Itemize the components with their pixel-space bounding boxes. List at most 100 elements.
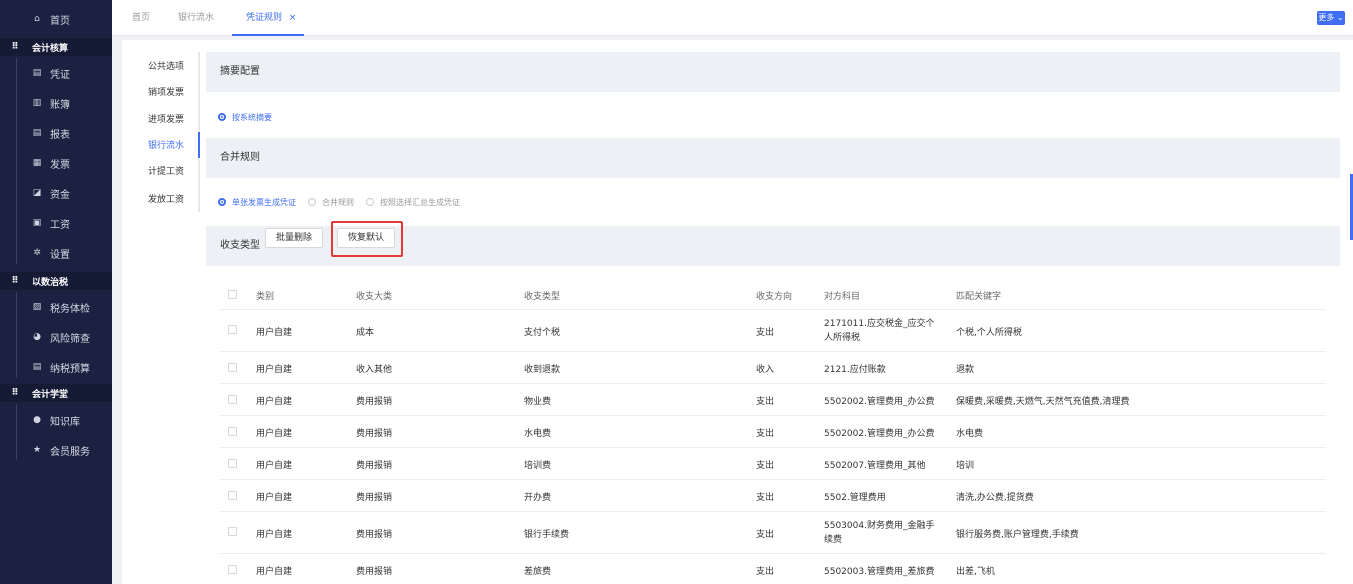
section-title: 收支类型 — [220, 240, 260, 251]
col-header: 类别 — [256, 291, 275, 302]
subnav-item-accrue-salary[interactable]: 计提工资 — [148, 162, 184, 182]
sidebar-item-settings[interactable]: ✲ 设置 — [0, 240, 112, 266]
sidebar-item-label: 设置 — [50, 249, 70, 261]
sidebar-item-label: 会员服务 — [50, 446, 90, 458]
subnav-item-public-options[interactable]: 公共选项 — [148, 57, 184, 77]
location-icon: ● — [33, 415, 41, 425]
sidebar-item-label: 报表 — [50, 129, 70, 141]
radio-system-summary[interactable]: 按系统摘要 — [218, 112, 272, 123]
row-checkbox[interactable] — [228, 527, 237, 536]
risk-icon: ◕ — [33, 332, 41, 342]
cell-major-type: 费用报销 — [356, 396, 393, 407]
sidebar-item-label: 纳税预算 — [50, 363, 90, 375]
sidebar-group-accounting[interactable]: ⠿ 会计核算 — [0, 38, 112, 56]
cell-category: 用户自建 — [256, 364, 293, 375]
radio-single-invoice[interactable]: 单张发票生成凭证 — [218, 197, 296, 208]
sidebar-item-label: 凭证 — [50, 69, 70, 81]
tab-home[interactable]: 首页 — [132, 0, 150, 36]
sidebar-group-tax[interactable]: ⠿ 以数治税 — [0, 272, 112, 290]
batch-delete-button[interactable]: 批量删除 — [265, 228, 323, 248]
cell-keywords: 个税,个人所得税 — [956, 327, 1022, 338]
sidebar-item-ledger[interactable]: ▥ 账簿 — [0, 90, 112, 116]
subnav-item-pay-salary[interactable]: 发放工资 — [148, 190, 184, 210]
cell-account: 5502.管理费用 — [824, 492, 886, 503]
close-icon[interactable]: × — [289, 13, 297, 23]
radio-label: 按照选择汇总生成凭证 — [380, 197, 460, 207]
cell-account: 5502007.管理费用_其他 — [824, 460, 926, 471]
sidebar: ⌂ 首页 ⠿ 会计核算 ▤ 凭证 ▥ 账簿 ▤ 报表 ▦ 发票 ◪ 资金 ▣ 工资 ✲ 设置 … — [0, 0, 112, 584]
radio-label: 单张发票生成凭证 — [232, 197, 296, 207]
sidebar-item-salary[interactable]: ▣ 工资 — [0, 210, 112, 236]
cell-account: 2121.应付账款 — [824, 364, 886, 375]
row-checkbox[interactable] — [228, 459, 237, 468]
table-row[interactable]: 用户自建 收入其他 收到退款 收入 2121.应付账款 退款 — [220, 352, 1326, 384]
cell-major-type: 成本 — [356, 327, 375, 338]
cell-direction: 支出 — [756, 428, 775, 439]
subnav-item-bank-statement[interactable]: 银行流水 — [148, 136, 184, 156]
sidebar-item-tax-checkup[interactable]: ▨ 税务体检 — [0, 294, 112, 320]
cell-keywords: 清洗,办公费,提货费 — [956, 492, 1034, 503]
table-row[interactable]: 用户自建 费用报销 开办费 支出 5502.管理费用 清洗,办公费,提货费 — [220, 480, 1326, 512]
radio-merge-rule[interactable]: 合并规则 — [308, 197, 354, 208]
funds-icon: ◪ — [32, 188, 42, 198]
col-header: 收支方向 — [756, 291, 793, 302]
sidebar-group-label: 会计核算 — [32, 43, 69, 54]
cell-direction: 支出 — [756, 327, 775, 338]
sidebar-item-knowledge-base[interactable]: ● 知识库 — [0, 407, 112, 433]
section-title: 摘要配置 — [220, 66, 260, 77]
cell-type: 培训费 — [524, 460, 552, 471]
sidebar-item-label: 工资 — [50, 219, 70, 231]
sidebar-item-funds[interactable]: ◪ 资金 — [0, 180, 112, 206]
table-row[interactable]: 用户自建 成本 支付个税 支出 2171011.应交税金_应交个人所得税 个税,… — [220, 310, 1326, 352]
cell-major-type: 费用报销 — [356, 566, 393, 577]
sidebar-item-risk-screening[interactable]: ◕ 风险筛查 — [0, 324, 112, 350]
sidebar-item-label: 发票 — [50, 159, 70, 171]
section-title: 合并规则 — [220, 152, 260, 163]
sidebar-group-label: 会计学堂 — [32, 389, 69, 400]
row-checkbox[interactable] — [228, 363, 237, 372]
cell-type: 物业费 — [524, 396, 552, 407]
sidebar-item-invoice[interactable]: ▦ 发票 — [0, 150, 112, 176]
sidebar-item-tax-budget[interactable]: ▤ 纳税预算 — [0, 354, 112, 380]
table-row[interactable]: 用户自建 费用报销 银行手续费 支出 5503004.财务费用_金融手续费 银行… — [220, 512, 1326, 554]
table-row[interactable]: 用户自建 费用报销 物业费 支出 5502002.管理费用_办公费 保暖费,采暖… — [220, 384, 1326, 416]
report-icon: ▤ — [32, 128, 42, 138]
sidebar-item-report[interactable]: ▤ 报表 — [0, 120, 112, 146]
row-checkbox[interactable] — [228, 565, 237, 574]
cell-category: 用户自建 — [256, 492, 293, 503]
table-row[interactable]: 用户自建 费用报销 水电费 支出 5502002.管理费用_办公费 水电费 — [220, 416, 1326, 448]
cell-keywords: 保暖费,采暖费,天燃气,天然气充值费,清理费 — [956, 396, 1130, 407]
cell-category: 用户自建 — [256, 396, 293, 407]
invoice-icon: ▦ — [32, 158, 42, 168]
col-header: 对方科目 — [824, 291, 861, 302]
ledger-icon: ▥ — [32, 98, 42, 108]
radio-dot — [366, 198, 374, 206]
sidebar-group-academy[interactable]: ⠿ 会计学堂 — [0, 384, 112, 402]
salary-icon: ▣ — [32, 218, 42, 228]
restore-default-button[interactable]: 恢复默认 — [337, 228, 395, 248]
cell-account: 5502003.管理费用_差旅费 — [824, 566, 935, 577]
tab-voucher-rules[interactable]: 凭证规则 × — [246, 0, 296, 36]
table-row[interactable]: 用户自建 费用报销 培训费 支出 5502007.管理费用_其他 培训 — [220, 448, 1326, 480]
home-icon: ⌂ — [34, 14, 40, 24]
sidebar-item-home[interactable]: ⌂ 首页 — [0, 6, 112, 32]
cell-type: 银行手续费 — [524, 529, 570, 540]
select-all-checkbox[interactable] — [228, 290, 237, 299]
row-checkbox[interactable] — [228, 491, 237, 500]
sidebar-item-member-service[interactable]: ★ 会员服务 — [0, 437, 112, 463]
table-row[interactable]: 用户自建 费用报销 差旅费 支出 5502003.管理费用_差旅费 出差,飞机 — [220, 554, 1326, 584]
gear-icon: ✲ — [33, 248, 41, 258]
col-header: 匹配关键字 — [956, 291, 1002, 302]
row-checkbox[interactable] — [228, 325, 237, 334]
cell-category: 用户自建 — [256, 428, 293, 439]
more-button[interactable]: 更多 ⌄ — [1317, 11, 1345, 25]
row-checkbox[interactable] — [228, 427, 237, 436]
radio-summarize-selected[interactable]: 按照选择汇总生成凭证 — [366, 197, 460, 208]
subnav-item-purchase-invoice[interactable]: 进项发票 — [148, 110, 184, 130]
cell-type: 开办费 — [524, 492, 552, 503]
tab-bank-statement[interactable]: 银行流水 — [178, 0, 214, 36]
radio-label: 按系统摘要 — [232, 112, 272, 122]
subnav-item-sales-invoice[interactable]: 销项发票 — [148, 83, 184, 103]
sidebar-item-voucher[interactable]: ▤ 凭证 — [0, 60, 112, 86]
row-checkbox[interactable] — [228, 395, 237, 404]
